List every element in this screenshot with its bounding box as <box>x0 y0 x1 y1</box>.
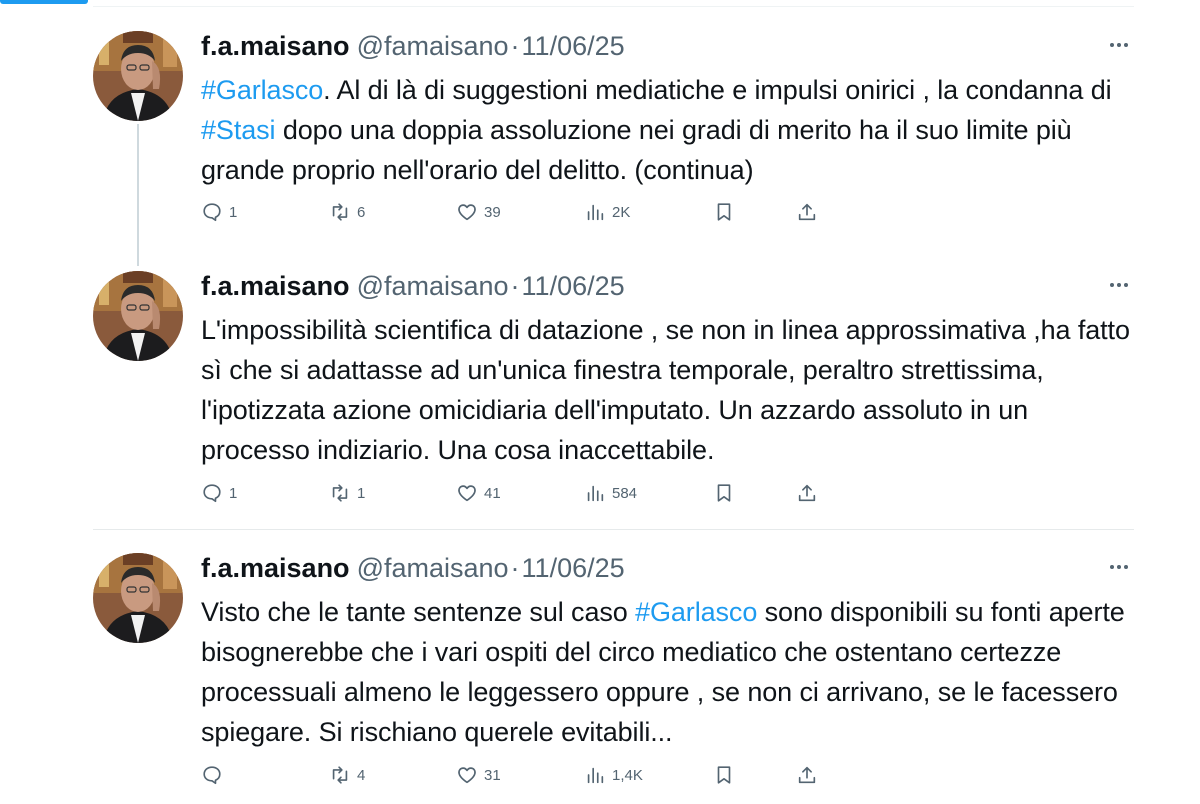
like-count: 31 <box>484 766 501 784</box>
like-button[interactable]: 39 <box>456 197 501 227</box>
speech-bubble-icon <box>203 484 221 503</box>
views-button[interactable]: 2K <box>584 197 630 227</box>
tweet-date[interactable]: 11/06/25 <box>522 28 625 64</box>
display-name[interactable]: f.a.maisano <box>201 268 350 304</box>
like-button[interactable]: 41 <box>456 478 501 508</box>
action-bar: 1 6 39 2K <box>201 197 821 227</box>
heart-icon <box>458 204 476 221</box>
upload-share-icon <box>798 484 816 502</box>
reply-button[interactable] <box>201 760 229 790</box>
repost-button[interactable]: 1 <box>329 478 365 508</box>
active-tab-indicator <box>0 0 88 4</box>
action-bar: 4 31 1,4K <box>201 760 821 790</box>
tweet-text-segment: . Al di là di suggestioni mediatiche e i… <box>323 75 1112 105</box>
bar-chart-icon <box>587 485 604 502</box>
tweet-header: f.a.maisano @famaisano · 11/06/25 <box>201 28 625 64</box>
bookmark-icon <box>717 484 731 502</box>
bookmark-icon <box>717 766 731 784</box>
share-button[interactable] <box>796 478 818 508</box>
tweet-date[interactable]: 11/06/25 <box>522 268 625 304</box>
repost-arrows-icon <box>332 203 348 221</box>
views-count: 1,4K <box>612 766 643 784</box>
views-count: 584 <box>612 484 638 502</box>
bar-chart-icon <box>587 767 604 784</box>
share-button[interactable] <box>796 760 818 790</box>
views-count: 2K <box>612 203 631 221</box>
heart-icon <box>458 485 476 502</box>
bookmark-button[interactable] <box>713 760 735 790</box>
separator-dot: · <box>510 553 520 583</box>
more-options-button[interactable] <box>1104 554 1134 580</box>
bookmark-icon <box>717 203 731 221</box>
repost-arrows-icon <box>332 484 348 502</box>
upload-share-icon <box>798 203 816 221</box>
separator-dot: · <box>510 271 520 301</box>
heart-icon <box>458 767 476 784</box>
three-dots-icon <box>1110 283 1128 287</box>
user-handle[interactable]: @famaisano <box>357 550 509 586</box>
repost-count: 4 <box>357 766 366 784</box>
display-name[interactable]: f.a.maisano <box>201 28 350 64</box>
tweet-date[interactable]: 11/06/25 <box>522 550 625 586</box>
tweet-header: f.a.maisano @famaisano · 11/06/25 <box>201 550 625 586</box>
tweet-text-segment: dopo una doppia assoluzione nei gradi di… <box>201 115 1072 185</box>
like-count: 41 <box>484 484 501 502</box>
tweet-text: #Garlasco. Al di là di suggestioni media… <box>201 70 1131 190</box>
hashtag-link[interactable]: #Stasi <box>201 115 276 145</box>
top-divider <box>93 6 1134 7</box>
repost-count: 1 <box>357 484 366 502</box>
display-name[interactable]: f.a.maisano <box>201 550 350 586</box>
action-bar: 1 1 41 584 <box>201 478 821 508</box>
tweet-divider <box>93 529 1134 530</box>
reply-button[interactable]: 1 <box>201 197 237 227</box>
user-handle[interactable]: @famaisano <box>357 28 509 64</box>
repost-count: 6 <box>357 203 366 221</box>
tweet[interactable]: f.a.maisano @famaisano · 11/06/25 #Garla… <box>93 22 1134 250</box>
thread-view: f.a.maisano @famaisano · 11/06/25 #Garla… <box>0 0 1200 804</box>
reply-button[interactable]: 1 <box>201 478 237 508</box>
views-button[interactable]: 1,4K <box>584 760 643 790</box>
bar-chart-icon <box>587 204 604 221</box>
separator-dot: · <box>510 31 520 61</box>
upload-share-icon <box>798 766 816 784</box>
three-dots-icon <box>1110 565 1128 569</box>
like-count: 39 <box>484 203 501 221</box>
avatar[interactable] <box>93 271 183 361</box>
speech-bubble-icon <box>203 766 221 785</box>
repost-button[interactable]: 4 <box>329 760 365 790</box>
tweet-text: Visto che le tante sentenze sul caso #Ga… <box>201 592 1131 752</box>
tweet-header: f.a.maisano @famaisano · 11/06/25 <box>201 268 625 304</box>
avatar[interactable] <box>93 31 183 121</box>
share-button[interactable] <box>796 197 818 227</box>
bookmark-button[interactable] <box>713 197 735 227</box>
more-options-button[interactable] <box>1104 272 1134 298</box>
reply-count: 1 <box>229 484 238 502</box>
user-handle[interactable]: @famaisano <box>357 268 509 304</box>
tweet[interactable]: f.a.maisano @famaisano · 11/06/25 Visto … <box>93 544 1134 804</box>
like-button[interactable]: 31 <box>456 760 501 790</box>
three-dots-icon <box>1110 43 1128 47</box>
more-options-button[interactable] <box>1104 32 1134 58</box>
reply-count: 1 <box>229 203 238 221</box>
speech-bubble-icon <box>203 203 221 222</box>
repost-arrows-icon <box>332 766 348 784</box>
tweet-text-segment: Visto che le tante sentenze sul caso <box>201 597 636 627</box>
bookmark-button[interactable] <box>713 478 735 508</box>
tweet-text: L'impossibilità scientifica di datazione… <box>201 315 1130 465</box>
hashtag-link[interactable]: #Garlasco <box>635 597 757 627</box>
views-button[interactable]: 584 <box>584 478 637 508</box>
repost-button[interactable]: 6 <box>329 197 365 227</box>
tweet[interactable]: f.a.maisano @famaisano · 11/06/25 L'impo… <box>93 262 1134 530</box>
avatar[interactable] <box>93 553 183 643</box>
hashtag-link[interactable]: #Garlasco <box>201 75 323 105</box>
